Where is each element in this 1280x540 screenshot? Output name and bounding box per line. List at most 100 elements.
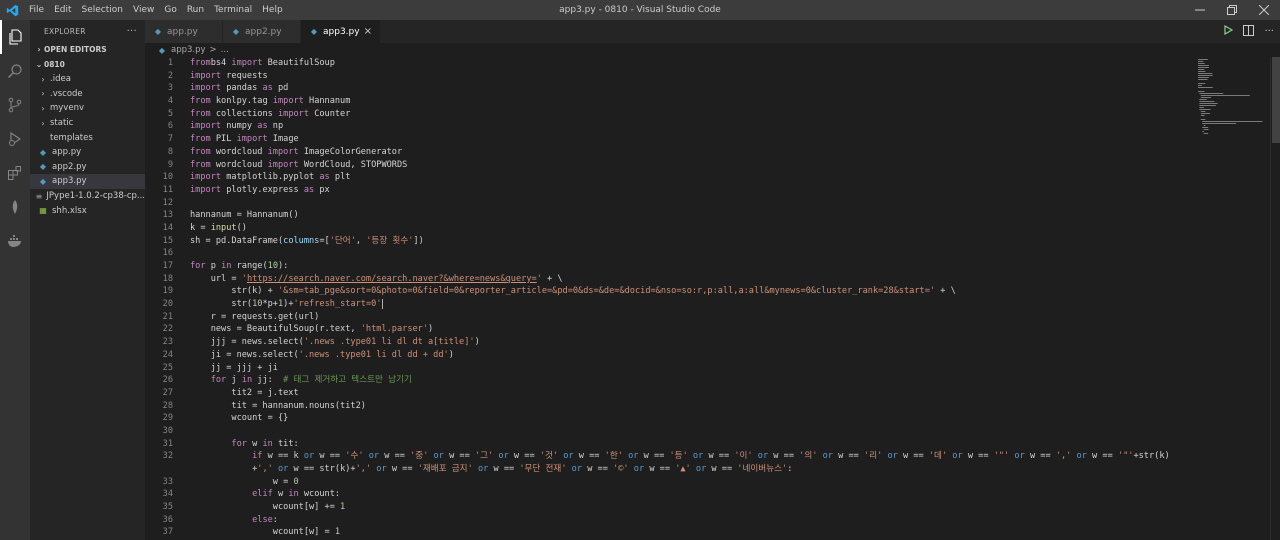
code-token: '의' [799, 451, 818, 462]
minimap-line [1198, 87, 1213, 88]
code-token: w == [768, 451, 800, 462]
minimap-line [1198, 83, 1206, 84]
tree-item[interactable]: ▦ shh.xlsx [30, 203, 145, 218]
code-token: =[ [319, 235, 330, 246]
code-token: or [1071, 451, 1087, 462]
code-token: r = requests.get(url) [190, 311, 320, 322]
tree-item-label: .idea [50, 74, 71, 85]
run-file-icon[interactable] [1223, 24, 1234, 38]
code-token: import [190, 121, 222, 132]
search-icon[interactable] [0, 54, 30, 88]
tree-item[interactable]: › static [30, 116, 145, 131]
menu-go[interactable]: Go [159, 0, 181, 20]
run-debug-icon[interactable] [0, 122, 30, 156]
python-file-icon: ◆ [154, 27, 162, 36]
minimap[interactable] [1190, 57, 1268, 540]
scrollbar-thumb[interactable] [1272, 57, 1280, 143]
breadcrumb-separator: > [209, 45, 217, 55]
tree-item[interactable]: › .idea [30, 72, 145, 87]
code-line: 30 [145, 425, 1190, 438]
code-token: pandas [221, 83, 263, 94]
tab-app3-py[interactable]: ◆ app3.py × [301, 20, 381, 43]
code-editor[interactable]: 1 frombs4 import BeautifulSoup 2 import req… [145, 57, 1190, 540]
code-line: 8 from wordcloud import ImageColorGenerat… [145, 146, 1190, 159]
code-token: for [210, 375, 227, 386]
more-actions-icon[interactable]: ··· [127, 26, 137, 37]
line-number: 22 [162, 324, 173, 335]
python-file-icon: ◆ [39, 176, 47, 186]
code-token: 0 [293, 476, 299, 487]
menu-selection[interactable]: Selection [77, 0, 128, 20]
menu-help[interactable]: Help [257, 0, 288, 20]
split-editor-icon[interactable] [1243, 24, 1255, 39]
code-token: import [236, 134, 268, 145]
code-token: w = [190, 476, 294, 487]
code-token: or [493, 451, 509, 462]
menu-edit[interactable]: Edit [49, 0, 76, 20]
tab-app-py[interactable]: ◆ app.py [145, 20, 223, 43]
minimap-line [1200, 119, 1206, 120]
more-editor-actions-icon[interactable]: ··· [1264, 26, 1274, 37]
code-line: 29 wcount = {} [145, 412, 1190, 425]
restore-icon[interactable] [1216, 0, 1248, 20]
folder-section[interactable]: ⌄ 0810 [30, 57, 145, 72]
code-token: matplotlib.pyplot [221, 172, 320, 183]
docker-icon[interactable] [0, 224, 30, 258]
minimap-line [1198, 91, 1205, 92]
code-token: from [190, 134, 211, 145]
tree-item[interactable]: ◆ app.py [30, 145, 145, 160]
code-token: '등' [669, 451, 688, 462]
close-window-icon[interactable] [1248, 0, 1280, 20]
code-token: as [262, 83, 273, 94]
menu-file[interactable]: File [24, 0, 49, 20]
editor-tabs: ◆ app.py ◆ app2.py ◆ app3.py × ··· [145, 20, 1280, 43]
close-tab-icon[interactable]: × [364, 26, 372, 37]
line-number: 30 [162, 425, 173, 436]
minimize-icon[interactable] [1184, 0, 1216, 20]
code-token: ) [474, 337, 480, 348]
explorer-icon[interactable] [0, 20, 30, 54]
text-cursor [381, 299, 383, 310]
editor-scrollbar[interactable] [1270, 57, 1280, 540]
menu-view[interactable]: View [128, 0, 159, 20]
chevron-right-icon: › [41, 74, 45, 84]
code-text: for j in jj: # 태그 제거하고 텍스트만 남기기 [173, 374, 412, 387]
code-token: '▲' [675, 464, 691, 474]
tree-item[interactable]: templates [30, 130, 145, 145]
code-line: 14 k = input() [145, 222, 1190, 235]
code-token: Image [267, 134, 299, 145]
code-token: import [277, 108, 310, 119]
line-number: 8 [167, 146, 173, 157]
breadcrumb-file[interactable]: app3.py [171, 45, 206, 55]
tree-item[interactable]: › myvenv [30, 101, 145, 116]
code-token: bs4 [210, 58, 232, 68]
code-token: '"' [1117, 451, 1134, 462]
menu-terminal[interactable]: Terminal [209, 0, 257, 20]
code-token: w == [638, 451, 670, 462]
code-text: ji = news.select('.news .type01 li dl dd… [173, 349, 454, 362]
code-token: , [355, 235, 367, 246]
code-line: 21 r = requests.get(url) [145, 311, 1190, 324]
tree-item[interactable]: ◆ app2.py [30, 160, 145, 175]
tree-item[interactable]: › .vscode [30, 87, 145, 102]
code-text: from PIL import Image [173, 133, 299, 146]
tree-item-label: myvenv [50, 103, 84, 114]
menu-run[interactable]: Run [182, 0, 209, 20]
tree-item[interactable]: ◆ app3.py [30, 174, 145, 189]
code-line: 6 import numpy as np [145, 120, 1190, 133]
code-token: : [787, 464, 793, 474]
breadcrumb-more[interactable]: ... [221, 45, 229, 55]
tab-app2-py[interactable]: ◆ app2.py [223, 20, 301, 43]
mongodb-icon[interactable] [0, 190, 30, 224]
open-editors-section[interactable]: › OPEN EDITORS [30, 42, 145, 57]
code-token: '.news .type01 li dl dt a[title]' [303, 337, 475, 348]
source-control-icon[interactable] [0, 88, 30, 122]
extensions-icon[interactable] [0, 156, 30, 190]
code-token: plotly.express [221, 184, 304, 195]
tree-item[interactable]: ≡ JPype1-1.0.2-cp38-cp... [30, 189, 145, 204]
code-line: 7 from PIL import Image [145, 133, 1190, 146]
minimap-line [1200, 97, 1211, 98]
code-token: https://search.naver.com/search.naver?&w… [246, 273, 537, 284]
code-token: tit2 = j.text [190, 387, 299, 398]
